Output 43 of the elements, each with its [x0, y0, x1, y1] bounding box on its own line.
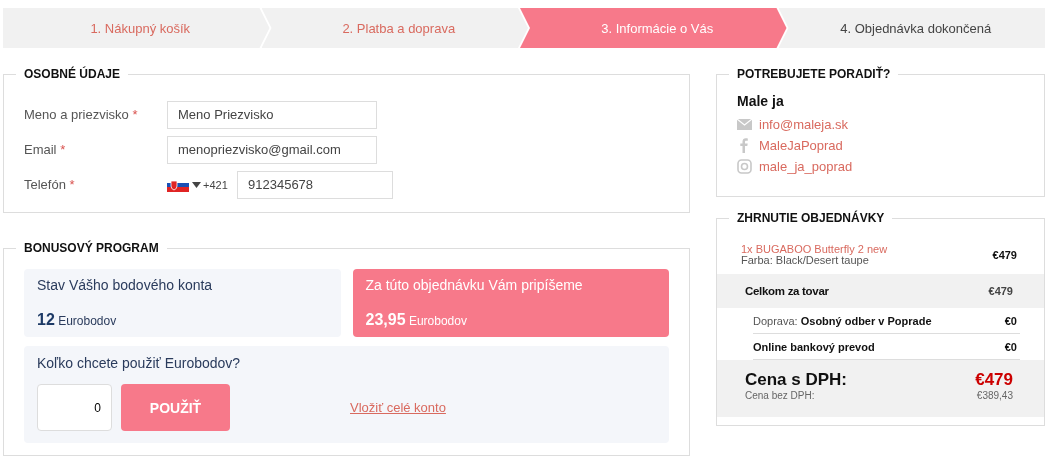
checkout-step[interactable]: 1. Nákupný košík	[3, 8, 270, 48]
caret-icon	[192, 181, 201, 188]
insert-all-link[interactable]: Vložiť celé konto	[350, 400, 446, 415]
shop-name: Male ja	[737, 93, 785, 109]
section-title: OSOBNÉ ÚDAJE	[16, 67, 129, 81]
checkout-step[interactable]: 4. Objednávka dokončená	[778, 8, 1045, 48]
points-amount: 12 Eurobodov	[37, 311, 118, 329]
product-variant: Farba: Black/Desert taupe	[741, 255, 870, 266]
price: €389,43	[976, 390, 1013, 401]
price: €0	[1004, 340, 1017, 353]
row-label: Online bankový prevod	[753, 340, 875, 353]
envelope-icon	[737, 119, 752, 130]
section-title: ZHRNUTIE OBJEDNÁVKY	[729, 211, 893, 225]
price: €0	[1004, 314, 1017, 327]
field-label: Meno a priezvisko *	[24, 107, 139, 122]
input-field[interactable]: menopriezvisko@gmail.com	[167, 135, 377, 164]
row-label: Doprava: Osobný odber v Poprade	[753, 314, 932, 327]
points-field[interactable]: 0	[37, 384, 112, 431]
price: €479	[992, 248, 1017, 261]
input-field[interactable]: Meno Priezvisko	[167, 100, 377, 129]
field-label: Telefón *	[24, 177, 76, 192]
points-amount: 23,95 Eurobodov	[365, 311, 468, 329]
apply-button[interactable]: POUŽIŤ	[121, 384, 230, 431]
total-price: €479	[975, 370, 1013, 390]
field-label: Email *	[24, 142, 67, 157]
card-label: Za túto objednávku Vám pripíšeme	[365, 277, 584, 293]
price: €479	[988, 285, 1013, 297]
checkout-step[interactable]: 2. Platba a doprava	[261, 8, 528, 48]
country-code-selector[interactable]: +421	[167, 177, 237, 192]
phone-field[interactable]: 912345678	[237, 170, 393, 199]
card-label: Stav Vášho bodového konta	[37, 277, 214, 293]
section-title: POTREBUJETE PORADIŤ?	[729, 67, 899, 81]
section-title: BONUSOVÝ PROGRAM	[16, 241, 167, 255]
contact-link[interactable]: info@maleja.sk	[759, 117, 849, 132]
contact-link[interactable]: MaleJaPoprad	[759, 138, 843, 153]
row-label: Cena bez DPH:	[745, 390, 816, 401]
instagram-icon	[737, 159, 752, 174]
checkout-step[interactable]: 3. Informácie o Vás	[520, 8, 787, 48]
question-text: Koľko chcete použiť Eurobodov?	[37, 355, 241, 371]
product-name[interactable]: 1x BUGABOO Butterfly 2 new	[741, 243, 888, 255]
contact-link[interactable]: male_ja_poprad	[759, 159, 853, 174]
row-label: Celkom za tovar	[745, 285, 829, 297]
row-label: Cena s DPH:	[745, 370, 848, 390]
